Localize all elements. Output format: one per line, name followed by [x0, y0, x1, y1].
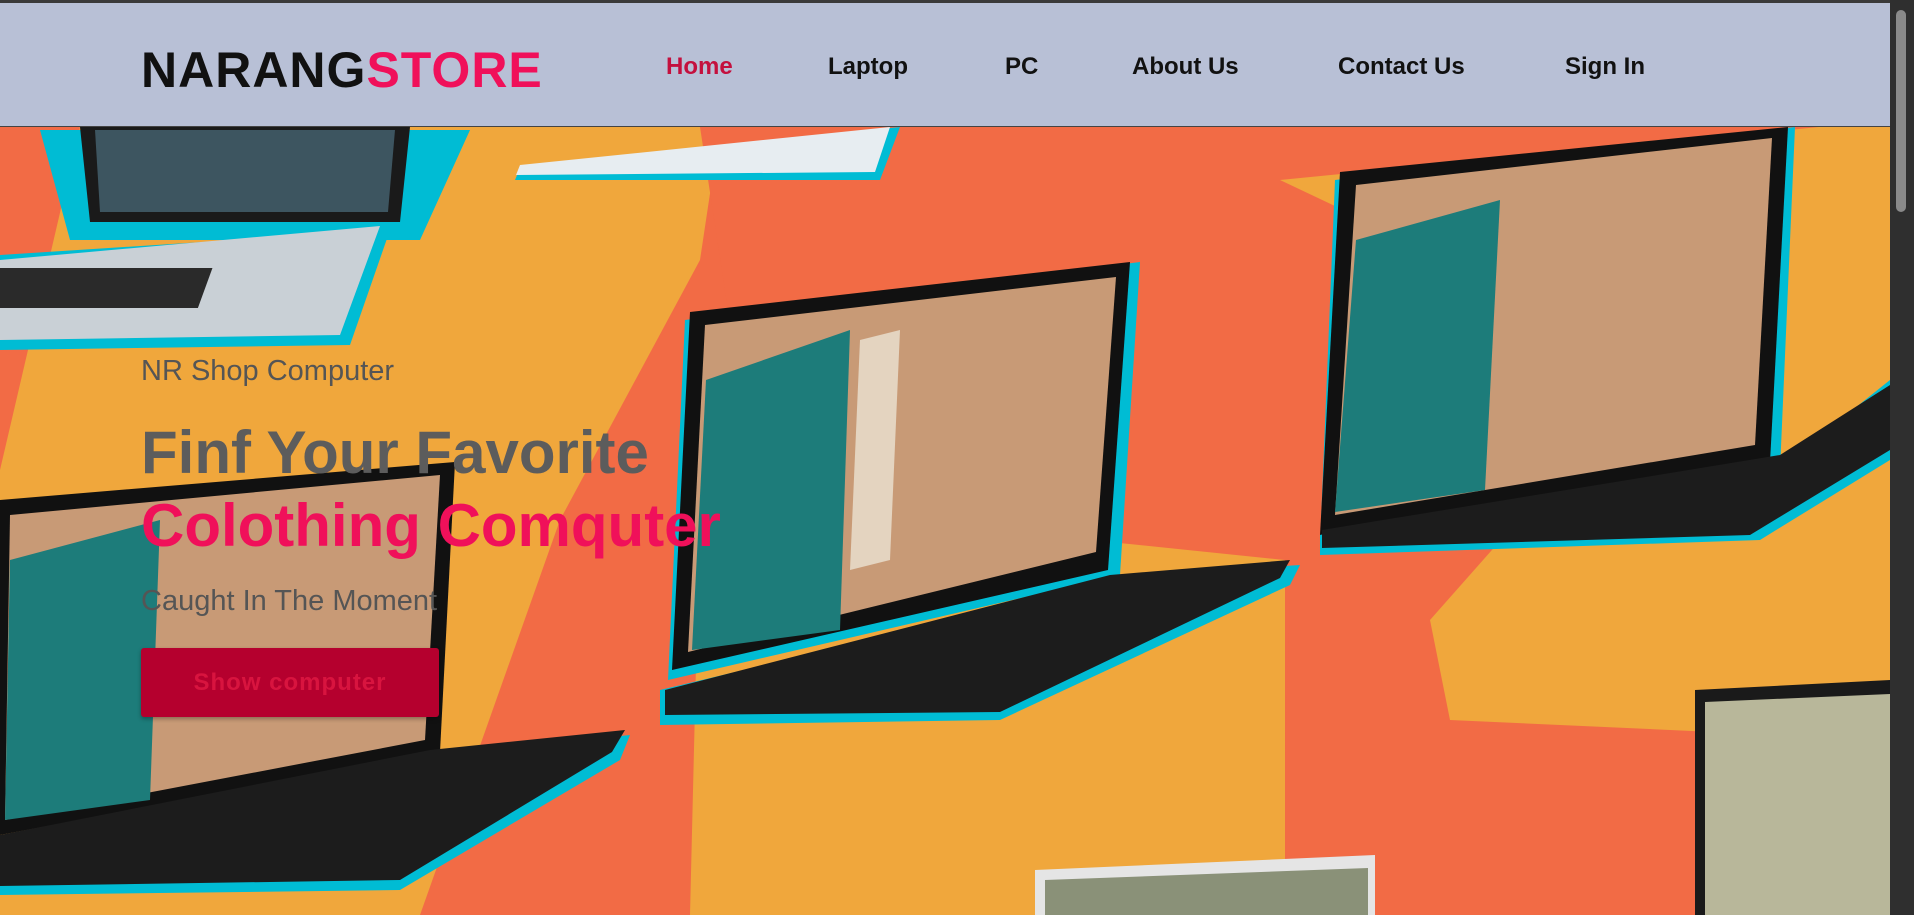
show-computer-button[interactable]: Show computer [141, 648, 439, 717]
hero-headline-line2: Colothing Comquter [141, 492, 721, 559]
nav-link-sign-in[interactable]: Sign In [1565, 53, 1645, 81]
nav-link-contact-us[interactable]: Contact Us [1338, 53, 1465, 81]
hero-subtitle: NR Shop Computer [141, 355, 395, 387]
top-navbar: NARANGSTORE Home Laptop PC About Us Cont… [0, 0, 1890, 127]
hero-tagline: Caught In The Moment [141, 585, 438, 617]
logo-primary-text: NARANG [141, 42, 367, 98]
scrollbar-thumb[interactable] [1896, 10, 1906, 212]
nav-link-home[interactable]: Home [666, 53, 733, 81]
logo-accent-text: STORE [366, 42, 543, 98]
hero-headline-line1: Finf Your Favorite [141, 419, 649, 486]
nav-link-pc[interactable]: PC [1005, 53, 1038, 81]
vertical-scrollbar[interactable] [1890, 0, 1914, 915]
nav-link-about-us[interactable]: About Us [1132, 53, 1239, 81]
nav-link-laptop[interactable]: Laptop [828, 53, 908, 81]
store-logo[interactable]: NARANGSTORE [141, 41, 543, 99]
page-viewport: NARANGSTORE Home Laptop PC About Us Cont… [0, 0, 1890, 915]
